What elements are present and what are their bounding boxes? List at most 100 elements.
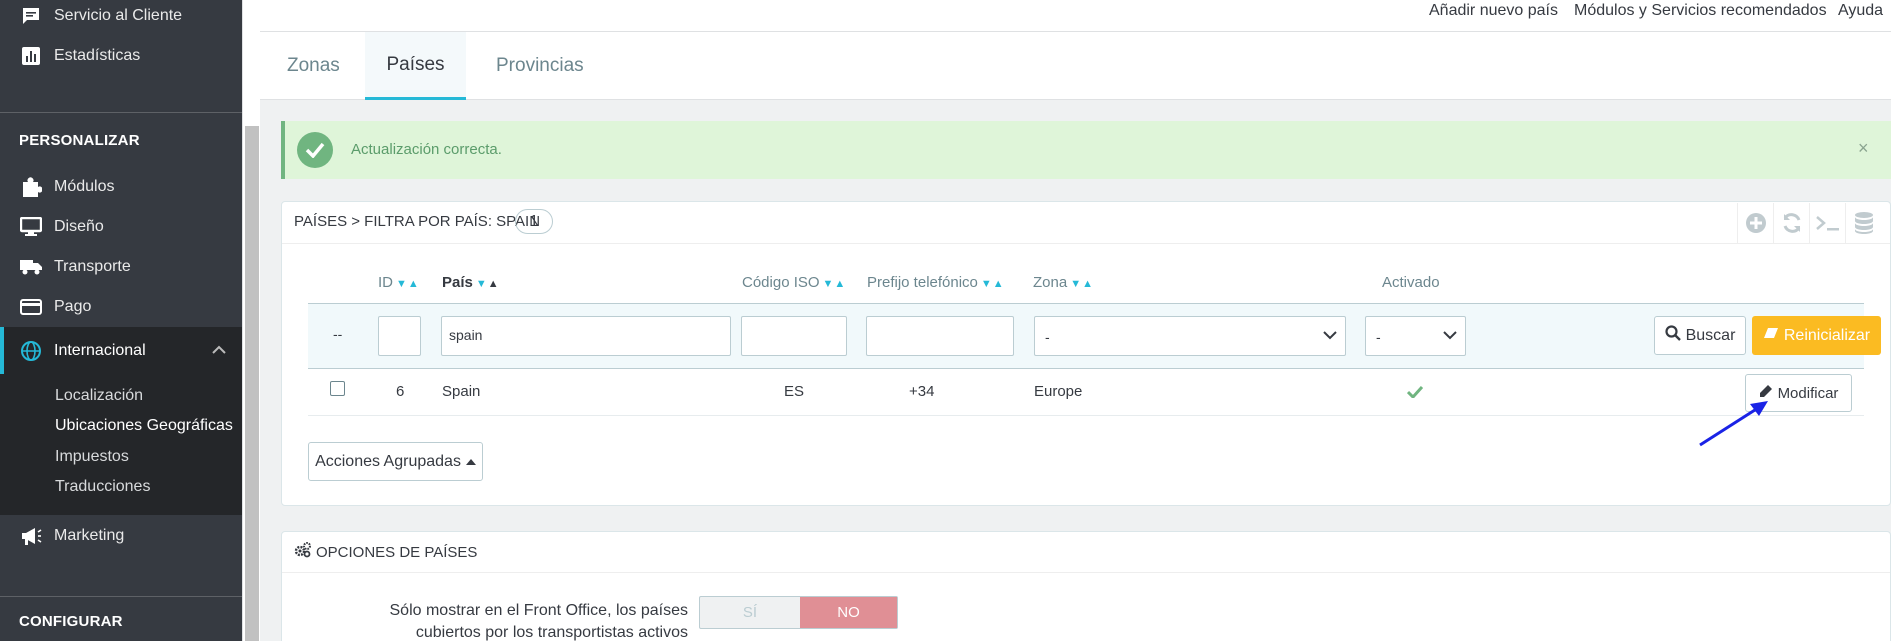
- reset-button[interactable]: Reinicializar: [1752, 316, 1881, 355]
- countries-panel: PAÍSES > FILTRA POR PAÍS: SPAIN 1 ID ▼▲ P…: [281, 201, 1891, 506]
- toggle-yes[interactable]: SÍ: [700, 597, 800, 628]
- active-filter-value: -: [1376, 329, 1381, 345]
- sidebar-submenu: Localización Ubicaciones Geográficas Imp…: [0, 374, 242, 515]
- sidebar-item-marketing[interactable]: Marketing: [0, 516, 242, 556]
- table-row: 6 Spain ES +34 Europe Modificar: [308, 369, 1864, 416]
- sidebar-divider: [0, 596, 242, 597]
- sidebar-item-label: Internacional: [54, 341, 146, 359]
- sort-icon[interactable]: ▼▲: [823, 278, 847, 290]
- col-header-label: ID: [378, 274, 393, 291]
- col-header-label: Código ISO: [742, 274, 820, 291]
- check-icon[interactable]: [1406, 385, 1424, 402]
- tab-states[interactable]: Provincias: [496, 32, 584, 100]
- zone-filter-select[interactable]: -: [1034, 316, 1346, 356]
- panel-title: PAÍSES > FILTRA POR PAÍS: SPAIN: [294, 213, 541, 230]
- front-office-toggle[interactable]: SÍ NO: [699, 596, 898, 629]
- col-header-prefix[interactable]: Prefijo telefónico ▼▲: [867, 274, 1005, 291]
- chevron-down-icon: [1323, 327, 1337, 343]
- tab-bar: Zonas Países Provincias: [260, 32, 1891, 100]
- row-checkbox[interactable]: [330, 381, 345, 396]
- toggle-no[interactable]: NO: [800, 597, 897, 628]
- search-icon: [1664, 325, 1681, 346]
- scrollbar[interactable]: [242, 0, 260, 641]
- col-header-zone[interactable]: Zona ▼▲: [1033, 274, 1094, 291]
- sidebar-subitem-geo-locations[interactable]: Ubicaciones Geográficas: [55, 417, 233, 435]
- chevron-down-icon: [1443, 327, 1457, 343]
- add-country-link[interactable]: Añadir nuevo país: [1429, 2, 1558, 20]
- col-header-label: Zona: [1033, 274, 1068, 291]
- front-office-option-label: Sólo mostrar en el Front Office, los paí…: [389, 602, 689, 641]
- truck-icon: [20, 256, 42, 278]
- sidebar-item-international[interactable]: Internacional: [0, 327, 242, 374]
- sidebar-item-label: Transporte: [54, 258, 131, 275]
- sort-icon[interactable]: ▼▲: [476, 278, 500, 290]
- edit-button[interactable]: Modificar: [1745, 374, 1852, 412]
- globe-icon: [20, 340, 42, 362]
- recommended-modules-link[interactable]: Módulos y Servicios recomendados: [1574, 2, 1827, 20]
- sidebar-item-shipping[interactable]: Transporte: [0, 247, 242, 287]
- bulk-actions-button[interactable]: Acciones Agrupadas: [308, 442, 483, 481]
- options-title: OPCIONES DE PAÍSES: [316, 543, 478, 561]
- iso-filter-input[interactable]: [741, 316, 847, 356]
- sidebar-item-label: Diseño: [54, 218, 104, 235]
- search-button[interactable]: Buscar: [1654, 316, 1746, 355]
- sidebar-divider: [0, 112, 242, 113]
- panel-header: PAÍSES > FILTRA POR PAÍS: SPAIN 1: [282, 202, 1890, 244]
- help-link[interactable]: Ayuda: [1838, 2, 1883, 20]
- panel-header: OPCIONES DE PAÍSES: [282, 532, 1890, 573]
- puzzle-icon: [20, 176, 42, 198]
- sidebar: Servicio al Cliente Estadísticas PERSONA…: [0, 0, 242, 641]
- sidebar-item-stats[interactable]: Estadísticas: [0, 36, 242, 76]
- col-header-active: Activado: [1382, 274, 1440, 291]
- scrollbar-thumb[interactable]: [245, 126, 259, 641]
- sidebar-subitem-translations[interactable]: Traducciones: [55, 478, 150, 496]
- zone-filter-value: -: [1045, 329, 1050, 345]
- chevron-up-icon: [212, 342, 226, 360]
- country-filter-input[interactable]: spain: [441, 316, 731, 356]
- reset-button-label: Reinicializar: [1783, 326, 1871, 344]
- sidebar-section-configurar: CONFIGURAR: [19, 613, 123, 630]
- sidebar-subitem-localization[interactable]: Localización: [55, 387, 143, 405]
- col-header-country[interactable]: País ▼▲: [442, 274, 500, 291]
- count-badge: 1: [515, 209, 553, 234]
- success-alert: Actualización correcta. ×: [281, 121, 1891, 179]
- sort-icon[interactable]: ▼▲: [396, 278, 420, 290]
- id-filter-input[interactable]: [378, 316, 421, 356]
- sidebar-item-modules[interactable]: Módulos: [0, 167, 242, 207]
- panel-title: OPCIONES DE PAÍSES: [294, 542, 477, 562]
- sidebar-item-design[interactable]: Diseño: [0, 207, 242, 247]
- sidebar-subitem-taxes[interactable]: Impuestos: [55, 448, 129, 466]
- search-button-label: Buscar: [1685, 326, 1736, 344]
- filter-dashes: --: [333, 326, 343, 342]
- col-header-label: País: [442, 274, 473, 291]
- sidebar-item-customer-service[interactable]: Servicio al Cliente: [0, 0, 242, 36]
- sidebar-item-label: Pago: [54, 298, 92, 315]
- col-header-iso[interactable]: Código ISO ▼▲: [742, 274, 846, 291]
- sql-icon[interactable]: [1809, 203, 1845, 243]
- active-filter-select[interactable]: -: [1365, 316, 1466, 356]
- sidebar-item-label: Módulos: [54, 178, 115, 195]
- sort-icon[interactable]: ▼▲: [1070, 278, 1094, 290]
- col-header-label: Prefijo telefónico: [867, 274, 978, 291]
- sort-icon[interactable]: ▼▲: [981, 278, 1005, 290]
- add-icon[interactable]: [1737, 203, 1773, 243]
- pencil-icon: [1759, 384, 1773, 402]
- prefix-filter-input[interactable]: [866, 316, 1014, 356]
- sidebar-item-payment[interactable]: Pago: [0, 287, 242, 327]
- sidebar-section-personalizar: PERSONALIZAR: [19, 132, 140, 149]
- sidebar-item-label: Estadísticas: [54, 47, 141, 64]
- sidebar-item-label: Marketing: [54, 527, 125, 544]
- tab-zones[interactable]: Zonas: [287, 32, 340, 100]
- caret-up-icon: [465, 453, 476, 471]
- database-icon[interactable]: [1845, 203, 1881, 243]
- close-icon[interactable]: ×: [1858, 138, 1869, 159]
- tab-countries[interactable]: Países: [365, 32, 466, 100]
- toolbar: Añadir nuevo país Módulos y Servicios re…: [260, 0, 1891, 32]
- edit-button-label: Modificar: [1777, 384, 1839, 402]
- refresh-icon[interactable]: [1773, 203, 1809, 243]
- col-header-id[interactable]: ID ▼▲: [378, 274, 420, 291]
- megaphone-icon: [20, 525, 42, 547]
- bar-chart-icon: [20, 45, 42, 67]
- country-options-panel: OPCIONES DE PAÍSES Sólo mostrar en el Fr…: [281, 531, 1891, 641]
- monitor-icon: [20, 216, 42, 238]
